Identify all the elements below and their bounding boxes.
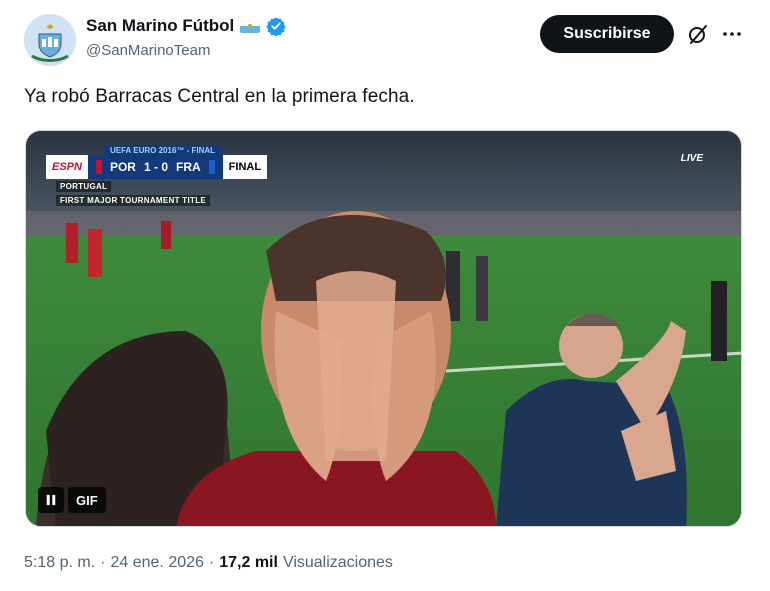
scorebug-line-1: PORTUGAL <box>56 181 112 192</box>
subscribe-button[interactable]: Suscribirse <box>540 15 674 53</box>
gif-badge: GIF <box>68 487 106 513</box>
views-count[interactable]: 17,2 mil <box>219 554 278 572</box>
views-label: Visualizaciones <box>282 554 393 571</box>
portugal-flag-icon <box>95 160 102 174</box>
scorebug-line-2: FIRST MAJOR TOURNAMENT TITLE <box>56 195 211 206</box>
tweet-date[interactable]: 24 ene. 2026 <box>110 554 203 572</box>
author-name-row: San Marino Fútbol <box>86 16 286 37</box>
more-options-icon[interactable] <box>720 22 744 46</box>
gif-media[interactable]: UEFA EURO 2016™ - FINAL ESPN POR 1 - 0 F… <box>25 130 742 527</box>
author-handle[interactable]: @SanMarinoTeam <box>86 42 210 59</box>
tweet-text: Ya robó Barracas Central en la primera f… <box>24 86 415 107</box>
live-tag: LIVE <box>680 153 703 164</box>
score: 1 - 0 <box>143 160 168 174</box>
verified-badge-icon <box>266 16 286 37</box>
meta-separator: · <box>100 554 106 571</box>
avatar[interactable] <box>24 14 76 66</box>
match-status: FINAL <box>222 155 268 179</box>
france-flag-icon <box>208 160 215 174</box>
tweet-meta: 5:18 p. m. · 24 ene. 2026 · 17,2 mil Vis… <box>24 554 393 572</box>
author-display-name[interactable]: San Marino Fútbol <box>86 16 234 36</box>
espn-logo: ESPN <box>46 155 88 179</box>
tweet-time[interactable]: 5:18 p. m. <box>24 554 95 572</box>
san-marino-crest-icon <box>24 14 76 66</box>
scorebug-score: POR 1 - 0 FRA <box>87 155 223 179</box>
gif-frame-image <box>26 131 741 526</box>
meta-separator: · <box>208 554 215 571</box>
scorebug: ESPN POR 1 - 0 FRA FINAL <box>46 155 268 179</box>
away-team: FRA <box>176 160 201 174</box>
home-team: POR <box>109 160 136 174</box>
grok-icon[interactable] <box>686 22 710 46</box>
gif-controls: GIF <box>38 487 106 513</box>
san-marino-flag-icon <box>240 19 261 33</box>
pause-icon <box>46 494 56 506</box>
pause-button[interactable] <box>38 487 64 513</box>
tweet-card: San Marino Fútbol @SanMarinoTeam Suscrib… <box>0 0 770 591</box>
